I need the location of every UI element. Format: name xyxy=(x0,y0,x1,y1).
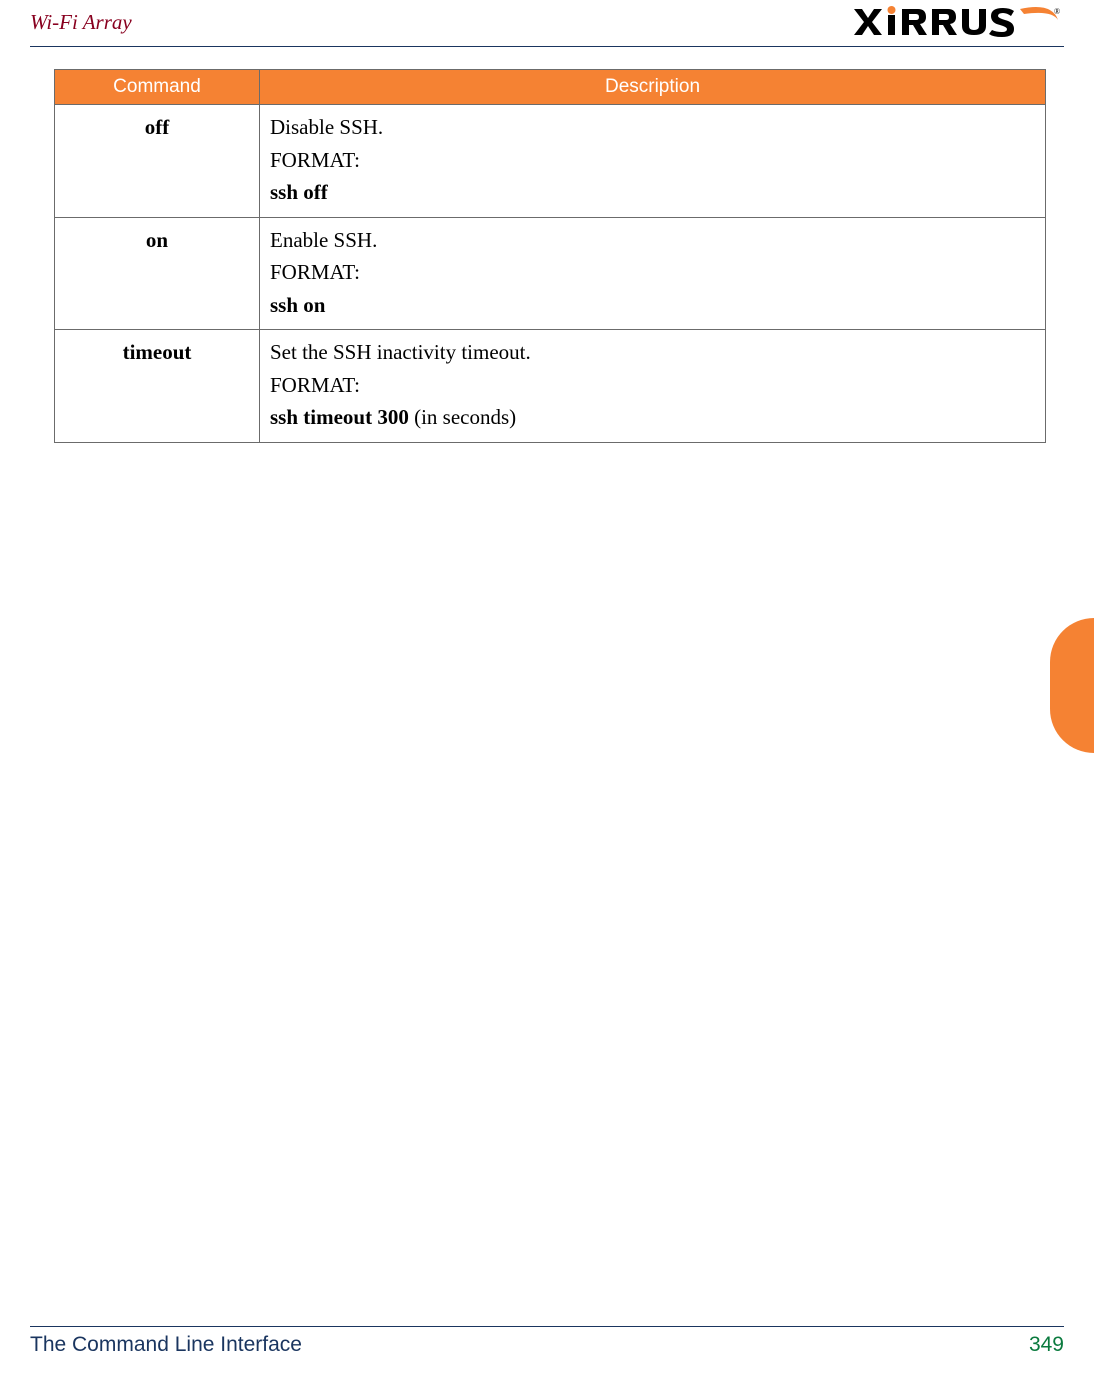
description-cell: Enable SSH. FORMAT: ssh on xyxy=(260,217,1046,330)
desc-format-label: FORMAT: xyxy=(270,256,1035,289)
desc-main: Disable SSH. xyxy=(270,111,1035,144)
col-header-description: Description xyxy=(260,70,1046,105)
desc-main: Enable SSH. xyxy=(270,224,1035,257)
desc-format-label: FORMAT: xyxy=(270,144,1035,177)
page-header: Wi-Fi Array xyxy=(30,0,1064,47)
command-table: Command Description off Disable SSH. FOR… xyxy=(54,69,1046,443)
desc-format-label: FORMAT: xyxy=(270,369,1035,402)
desc-main: Set the SSH inactivity timeout. xyxy=(270,336,1035,369)
svg-text:®: ® xyxy=(1054,7,1060,16)
description-cell: Disable SSH. FORMAT: ssh off xyxy=(260,105,1046,218)
command-cell: on xyxy=(55,217,260,330)
xirrus-logo-icon: ® xyxy=(852,6,1062,38)
side-thumb-tab xyxy=(1050,618,1094,753)
desc-example: ssh on xyxy=(270,289,1035,322)
main-content: Command Description off Disable SSH. FOR… xyxy=(30,47,1064,443)
col-header-command: Command xyxy=(55,70,260,105)
table-row: on Enable SSH. FORMAT: ssh on xyxy=(55,217,1046,330)
footer-page-number: 349 xyxy=(1029,1333,1064,1357)
brand-logo: ® xyxy=(852,6,1064,38)
footer-title: The Command Line Interface xyxy=(30,1333,302,1357)
description-cell: Set the SSH inactivity timeout. FORMAT: … xyxy=(260,330,1046,443)
command-cell: off xyxy=(55,105,260,218)
header-title: Wi-Fi Array xyxy=(30,10,132,35)
table-row: timeout Set the SSH inactivity timeout. … xyxy=(55,330,1046,443)
desc-example: ssh off xyxy=(270,176,1035,209)
desc-example: ssh timeout 300 (in seconds) xyxy=(270,401,1035,434)
table-row: off Disable SSH. FORMAT: ssh off xyxy=(55,105,1046,218)
page-footer: The Command Line Interface 349 xyxy=(30,1326,1064,1357)
command-cell: timeout xyxy=(55,330,260,443)
table-header-row: Command Description xyxy=(55,70,1046,105)
